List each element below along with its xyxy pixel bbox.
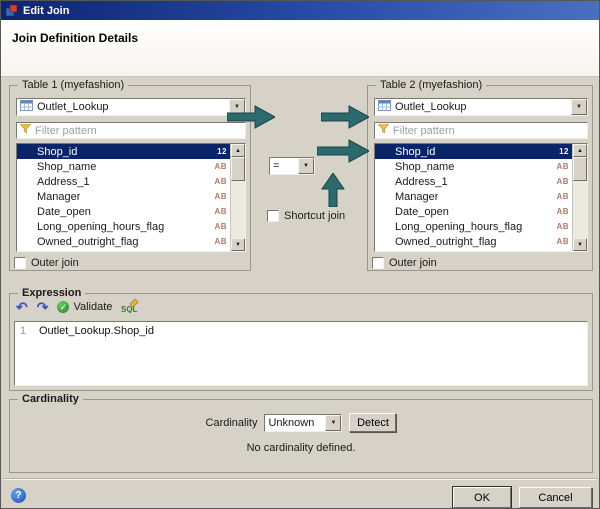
checkbox-icon[interactable] [372, 257, 384, 269]
column-item[interactable]: Long_opening_hours_flag AB [17, 219, 230, 234]
table2-group-label: Table 2 (myefashion) [376, 79, 486, 91]
numeric-type-icon: 12 [555, 147, 569, 156]
table2-filter-input[interactable] [393, 125, 584, 137]
expression-toolbar: ↶ ↷ ✓ Validate SQL [16, 298, 139, 316]
column-item[interactable]: Address_1 AB [17, 174, 230, 189]
table2-select[interactable]: Outlet_Lookup ▼ [374, 98, 588, 116]
expression-group: Expression ↶ ↷ ✓ Validate SQL 1 Outlet_L… [9, 293, 593, 391]
string-type-icon: AB [552, 222, 569, 231]
table1-column-list: Shop_id 12 Shop_name AB Address_1 AB Man… [16, 143, 246, 252]
expression-text: Outlet_Lookup.Shop_id [39, 325, 154, 337]
expression-editor[interactable]: 1 Outlet_Lookup.Shop_id [14, 321, 588, 386]
table1-filter-input[interactable] [35, 125, 242, 137]
numeric-type-icon: 12 [213, 147, 227, 156]
scroll-up-icon[interactable]: ▲ [573, 144, 587, 157]
table1-scrollbar[interactable]: ▲ ▼ [230, 144, 245, 251]
table1-group-label: Table 1 (myefashion) [18, 79, 128, 91]
check-icon: ✓ [57, 301, 69, 313]
column-item[interactable]: Manager AB [375, 189, 572, 204]
annotation-arrow-right-1 [227, 105, 275, 129]
string-type-icon: AB [552, 162, 569, 171]
string-type-icon: AB [210, 222, 227, 231]
help-icon[interactable]: ? [11, 488, 26, 503]
scrollbar-thumb[interactable] [573, 157, 587, 181]
table2-filterbox[interactable] [374, 122, 588, 139]
table2-column-list: Shop_id 12 Shop_name AB Address_1 AB Man… [374, 143, 588, 252]
string-type-icon: AB [210, 177, 227, 186]
annotation-arrow-right-2 [321, 105, 369, 129]
checkbox-icon[interactable] [14, 257, 26, 269]
dialog-header: Join Definition Details [1, 20, 599, 77]
svg-text:SQL: SQL [121, 305, 138, 313]
string-type-icon: AB [552, 177, 569, 186]
cardinality-select[interactable]: Unknown ▼ [264, 414, 342, 432]
table2-scrollbar[interactable]: ▲ ▼ [572, 144, 587, 251]
filter-icon [378, 124, 389, 137]
checkbox-icon[interactable] [267, 210, 279, 222]
join-operator-value: = [273, 160, 279, 172]
ok-button[interactable]: OK [453, 487, 511, 508]
scroll-down-icon[interactable]: ▼ [573, 238, 587, 251]
scrollbar-thumb[interactable] [231, 157, 245, 181]
table-icon [378, 100, 391, 114]
titlebar[interactable]: Edit Join [1, 1, 599, 20]
column-item[interactable]: Date_open AB [375, 204, 572, 219]
string-type-icon: AB [210, 237, 227, 246]
table2-group: Table 2 (myefashion) Outlet_Lookup ▼ [367, 85, 593, 271]
table1-selected-table: Outlet_Lookup [37, 101, 109, 113]
column-item[interactable]: Shop_name AB [17, 159, 230, 174]
table-icon [20, 100, 33, 114]
annotation-arrow-right-3 [317, 139, 369, 163]
string-type-icon: AB [552, 192, 569, 201]
table2-outer-join-checkbox[interactable]: Outer join [372, 257, 437, 269]
cardinality-group: Cardinality Cardinality Unknown ▼ Detect… [9, 399, 593, 473]
dropdown-arrow-icon[interactable]: ▼ [298, 158, 314, 174]
app-icon [5, 4, 18, 17]
dropdown-arrow-icon[interactable]: ▼ [571, 99, 587, 115]
column-item[interactable]: Shop_name AB [375, 159, 572, 174]
validate-button[interactable]: ✓ Validate [57, 301, 112, 313]
detect-button[interactable]: Detect [349, 413, 396, 432]
column-item[interactable]: Owned_outright_flag AB [17, 234, 230, 249]
column-item[interactable]: Shop_id 12 [375, 144, 572, 159]
column-item[interactable]: Shop_id 12 [17, 144, 230, 159]
column-item[interactable]: Long_opening_hours_flag AB [375, 219, 572, 234]
table1-select[interactable]: Outlet_Lookup ▼ [16, 98, 246, 116]
string-type-icon: AB [210, 192, 227, 201]
filter-icon [20, 124, 31, 137]
column-item[interactable]: Manager AB [17, 189, 230, 204]
cardinality-group-label: Cardinality [18, 393, 83, 405]
window-title: Edit Join [23, 5, 69, 17]
column-item[interactable]: Owned_outright_flag AB [375, 234, 572, 249]
page-title: Join Definition Details [12, 31, 138, 45]
edit-join-dialog: Edit Join Join Definition Details Table … [0, 0, 600, 509]
redo-icon[interactable]: ↷ [37, 300, 49, 314]
cardinality-field-label: Cardinality [206, 417, 258, 429]
cardinality-status: No cardinality defined. [10, 442, 592, 454]
string-type-icon: AB [552, 207, 569, 216]
column-item[interactable]: Address_1 AB [375, 174, 572, 189]
cardinality-value: Unknown [268, 417, 314, 429]
string-type-icon: AB [210, 162, 227, 171]
undo-icon[interactable]: ↶ [16, 300, 28, 314]
table1-group: Table 1 (myefashion) Outlet_Lookup ▼ [9, 85, 251, 271]
cancel-button[interactable]: Cancel [519, 487, 592, 508]
shortcut-join-checkbox[interactable]: Shortcut join [267, 210, 345, 222]
line-number: 1 [20, 325, 26, 337]
table2-selected-table: Outlet_Lookup [395, 101, 467, 113]
edit-sql-icon[interactable]: SQL [121, 298, 139, 316]
column-item[interactable]: Date_open AB [17, 204, 230, 219]
string-type-icon: AB [210, 207, 227, 216]
join-operator-select[interactable]: = ▼ [269, 157, 315, 175]
string-type-icon: AB [552, 237, 569, 246]
dropdown-arrow-icon[interactable]: ▼ [325, 415, 341, 431]
scroll-up-icon[interactable]: ▲ [231, 144, 245, 157]
table1-filterbox[interactable] [16, 122, 246, 139]
scroll-down-icon[interactable]: ▼ [231, 238, 245, 251]
annotation-arrow-up [321, 173, 345, 207]
footer-separator [3, 478, 597, 480]
table1-outer-join-checkbox[interactable]: Outer join [14, 257, 79, 269]
